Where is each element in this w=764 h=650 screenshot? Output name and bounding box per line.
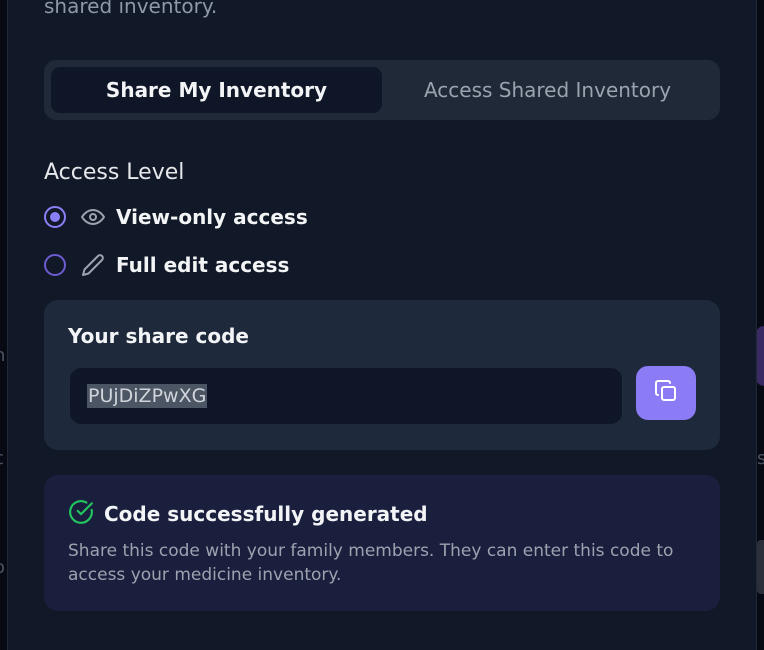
success-title: Code successfully generated xyxy=(104,502,428,526)
success-description: Share this code with your family members… xyxy=(68,541,674,585)
copy-code-button[interactable] xyxy=(636,366,696,420)
success-header: Code successfully generated xyxy=(68,499,428,529)
view-only-label: View-only access xyxy=(116,205,308,229)
copy-icon xyxy=(654,379,678,407)
option-view-only[interactable]: View-only access xyxy=(44,202,308,232)
background-text-fragment: c xyxy=(0,448,4,469)
view-only-radio[interactable] xyxy=(44,206,66,228)
check-circle-icon xyxy=(68,499,94,529)
share-mode-tabs: Share My Inventory Access Shared Invento… xyxy=(44,60,720,120)
pencil-icon xyxy=(80,252,106,278)
background-text-fragment: o xyxy=(0,557,5,578)
full-edit-radio[interactable] xyxy=(44,254,66,276)
background-button-fragment xyxy=(757,540,764,594)
tab-share-my-inventory[interactable]: Share My Inventory xyxy=(51,67,382,113)
share-inventory-modal: shared inventory. Share My Inventory Acc… xyxy=(7,0,757,650)
background-text-fragment: s xyxy=(757,448,764,469)
option-full-edit[interactable]: Full edit access xyxy=(44,250,289,280)
background-text-fragment: n xyxy=(0,345,5,366)
share-code-field[interactable]: PUjDiZPwXG xyxy=(69,367,623,425)
eye-icon xyxy=(80,204,106,230)
background-button-fragment xyxy=(756,326,764,386)
modal-subtitle: shared inventory. xyxy=(44,0,218,18)
success-message-card: Code successfully generated Share this c… xyxy=(44,475,720,611)
access-level-label: Access Level xyxy=(44,160,185,185)
share-code-value[interactable]: PUjDiZPwXG xyxy=(87,384,208,408)
share-code-title: Your share code xyxy=(68,324,249,348)
full-edit-label: Full edit access xyxy=(116,253,290,277)
share-code-card: Your share code PUjDiZPwXG xyxy=(44,300,720,450)
tab-access-shared-inventory[interactable]: Access Shared Inventory xyxy=(382,67,713,113)
